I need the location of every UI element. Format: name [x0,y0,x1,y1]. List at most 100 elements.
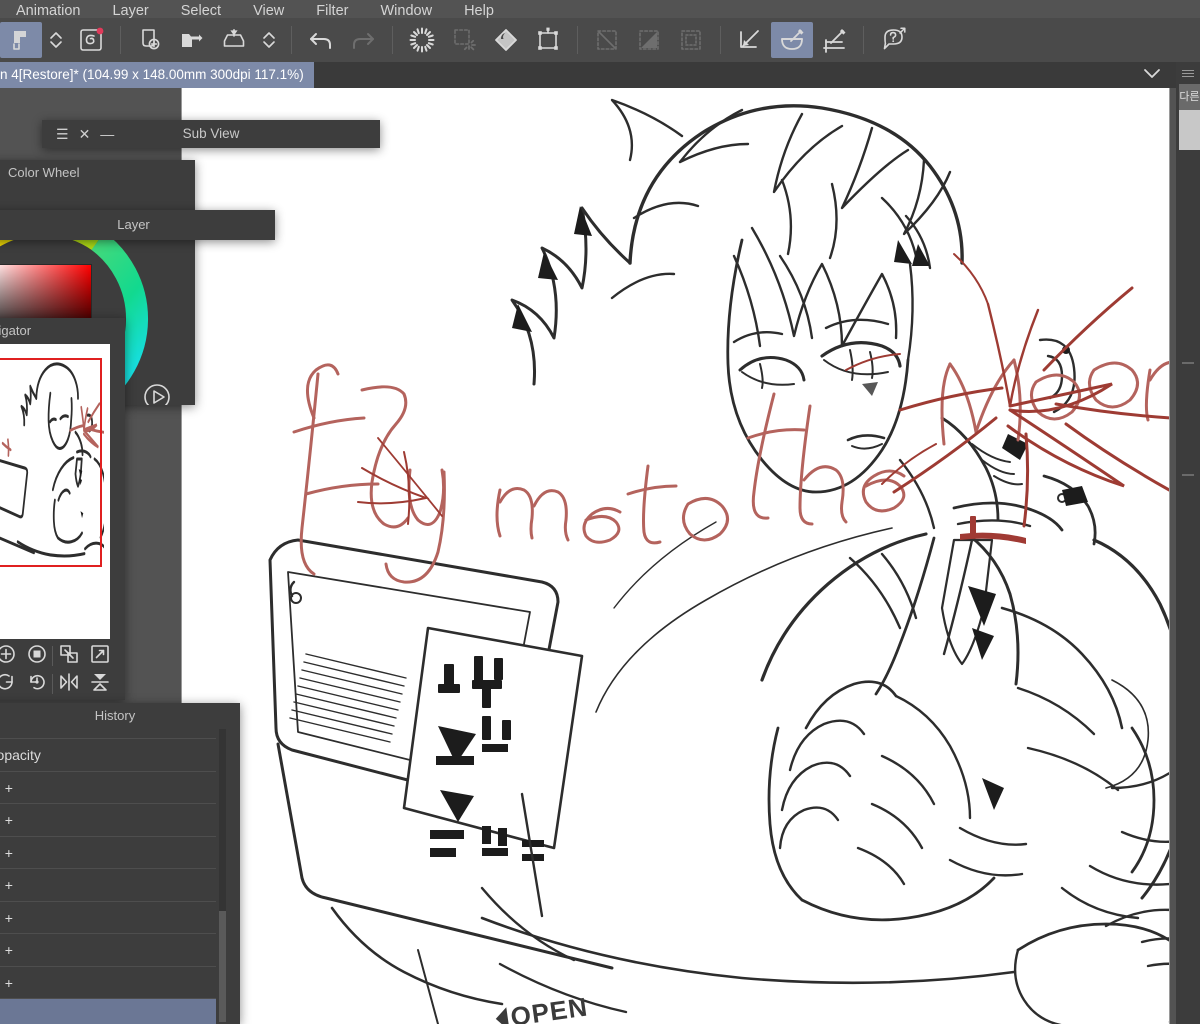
open-file-button[interactable] [171,22,213,58]
device-open-label: OPEN [495,991,590,1024]
right-panel-strip: 다른 [1176,62,1200,1024]
redo-button[interactable] [342,22,384,58]
history-row[interactable]: 펜 + [0,869,216,902]
clear-selection-button[interactable] [401,22,443,58]
question-bubble-icon [879,26,907,54]
zoom-to-fit-button[interactable] [53,642,84,670]
menu-animation[interactable]: Animation [0,3,96,18]
spiral-badge-icon [78,27,104,53]
panel-grip-handle[interactable] [1176,62,1200,84]
sidebar-tab-body[interactable] [1179,110,1200,150]
spiral-preset-button[interactable] [70,22,112,58]
history-row[interactable] [0,729,216,739]
reset-rotation-button[interactable] [21,670,52,698]
save-stepper-button[interactable] [255,22,283,58]
zoom-in-button[interactable] [0,642,21,670]
transform-handles-icon [534,26,562,54]
undo-button[interactable] [300,22,342,58]
menu-bar: Animation Layer Select View Filter Window Help [0,0,1200,18]
history-row[interactable]: 펜 + [0,837,216,869]
snap-parallel-button[interactable] [729,22,771,58]
invert-selection-icon [635,26,663,54]
plus-circle-icon [0,643,17,670]
history-row[interactable]: 펜 + [0,772,216,804]
document-tab[interactable]: n 4[Restore]* (104.99 x 148.00mm 300dpi … [0,62,314,88]
diagonal-arrow-square-icon [89,643,111,670]
transform-button[interactable] [527,22,569,58]
flip-horizontal-button[interactable] [53,670,84,698]
tab-overflow-button[interactable] [1132,62,1172,88]
strip-tick [1182,362,1194,364]
history-list[interactable]: r opacity 펜 + 펜 + 펜 + 펜 + 펜 + 펜 + 펜 + [0,729,216,1024]
sub-view-window-controls: ☰ ✕ — [42,120,114,148]
menu-view[interactable]: View [237,3,300,18]
chevron-up-down-icon [259,28,279,52]
rotate-right-button[interactable] [0,670,21,698]
save-file-button[interactable] [213,22,255,58]
minimize-icon[interactable]: — [100,127,114,141]
layer-panel[interactable]: Layer [0,210,275,240]
navigator-title: vigator [0,318,125,344]
menu-select[interactable]: Select [165,3,237,18]
deselect-icon [593,26,621,54]
history-row[interactable]: 펜 + [0,804,216,837]
fit-to-screen-button[interactable] [21,642,52,670]
panel-menu-icon[interactable]: ☰ [56,127,69,141]
chevron-up-down-icon [46,28,66,52]
brush-icon [9,28,33,52]
snap-curve-button[interactable] [771,22,813,58]
history-scrollbar[interactable] [219,729,226,1022]
new-page-icon [137,27,163,53]
toolbar-divider [392,26,393,54]
history-row[interactable]: 펜 + [0,902,216,934]
toolbar-divider [291,26,292,54]
menu-window[interactable]: Window [364,3,448,18]
rotate-cw-icon [0,671,17,698]
fit-window-button[interactable] [84,642,115,670]
navigator-panel[interactable]: vigator [0,318,125,700]
invert-selection-button[interactable] [628,22,670,58]
command-bar [0,18,1200,62]
deselect-button[interactable] [586,22,628,58]
sub-view-panel[interactable]: Sub View ☰ ✕ — [42,120,380,148]
toolbar-divider [863,26,864,54]
sidebar-vertical-tab[interactable]: 다른 [1179,84,1200,110]
paint-bucket-icon [492,26,520,54]
snap-perspective-button[interactable] [813,22,855,58]
menu-filter[interactable]: Filter [300,3,364,18]
new-document-button[interactable] [129,22,171,58]
navigator-preview[interactable] [0,344,110,639]
canvas-paper[interactable]: OPEN [182,88,1169,1024]
sparkle-burst-icon [408,26,436,54]
flip-horizontal-icon [57,671,81,698]
history-panel[interactable]: History r opacity 펜 + 펜 + 펜 + 펜 + 펜 + 펜 … [0,703,240,1024]
undo-arrow-icon [307,27,335,53]
tool-stepper-button[interactable] [42,22,70,58]
fill-bucket-button[interactable] [485,22,527,58]
redo-arrow-icon [349,27,377,53]
toolbar-divider [577,26,578,54]
history-row-selected[interactable] [0,999,216,1024]
curve-ruler-icon [778,26,806,54]
history-row[interactable]: r opacity [0,739,216,772]
play-circle-icon[interactable] [142,382,172,405]
selection-border-button[interactable] [670,22,712,58]
artwork-illustration: OPEN [268,98,1169,1024]
brush-tool-button[interactable] [0,22,42,58]
menu-layer[interactable]: Layer [96,3,164,18]
ruler-corner-icon [736,26,764,54]
help-button[interactable] [872,22,914,58]
flip-vertical-button[interactable] [84,670,115,698]
fill-selection-button[interactable] [443,22,485,58]
strip-tick [1182,474,1194,476]
grip-lines-icon [1182,68,1194,79]
menu-help[interactable]: Help [448,3,510,18]
history-row[interactable]: 펜 + [0,967,216,999]
chevron-down-icon [1141,65,1163,86]
close-icon[interactable]: ✕ [79,127,91,141]
history-row[interactable]: 펜 + [0,934,216,967]
filled-square-circle-icon [26,643,48,670]
dashed-square-icon [677,26,705,54]
document-tab-bar: n 4[Restore]* (104.99 x 148.00mm 300dpi … [0,62,1200,88]
color-wheel-title: Color Wheel [0,160,195,186]
